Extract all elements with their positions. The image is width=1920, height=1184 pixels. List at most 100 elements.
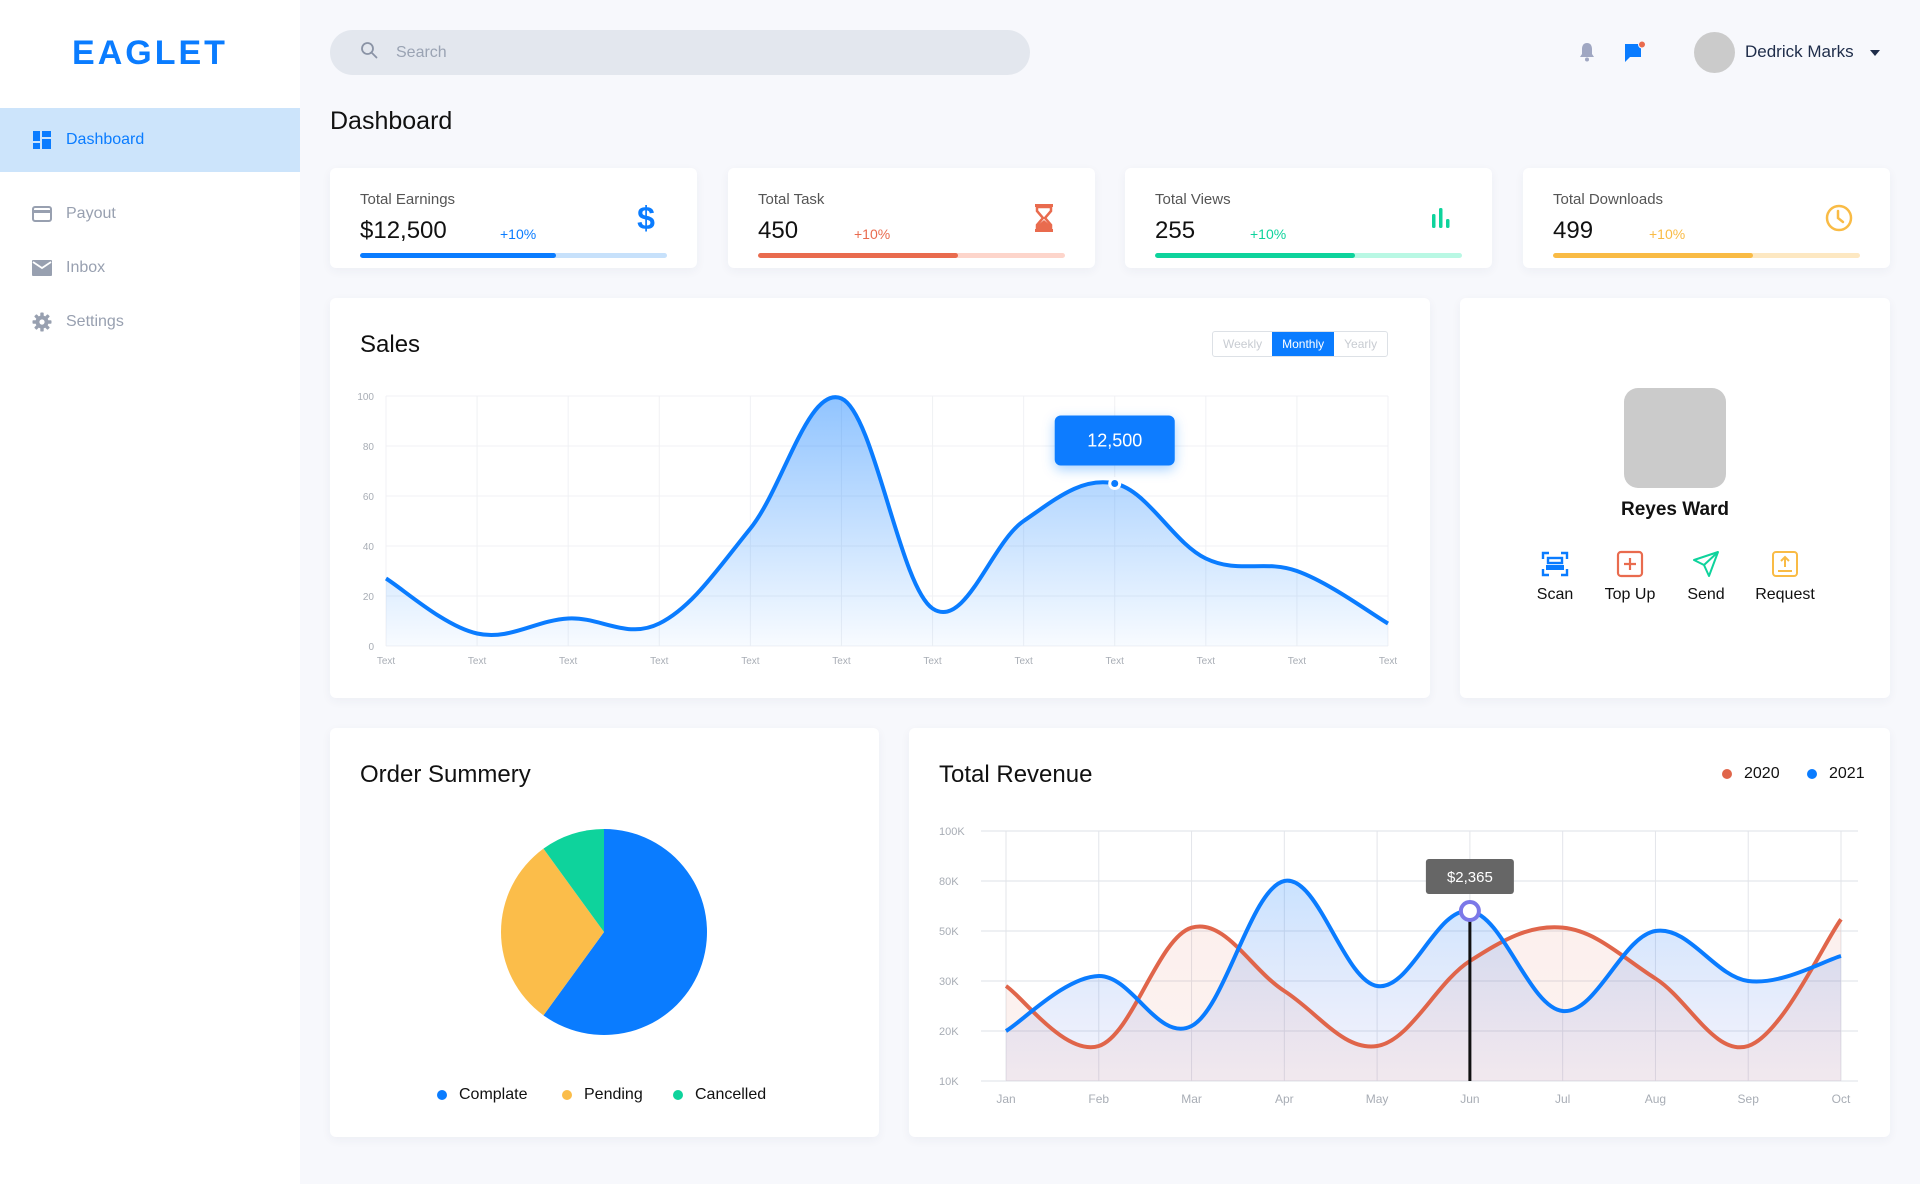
stat-progress-bar bbox=[1155, 253, 1462, 258]
revenue-x-tick: Jul bbox=[1555, 1092, 1570, 1106]
legend-dot bbox=[673, 1090, 683, 1100]
send-button[interactable]: Send bbox=[1661, 550, 1751, 604]
sidebar-item-label: Inbox bbox=[66, 259, 106, 276]
sidebar-item-dashboard[interactable]: Dashboard bbox=[0, 108, 300, 172]
revenue-y-tick: 100K bbox=[939, 826, 965, 838]
sales-y-tick: 0 bbox=[368, 642, 374, 653]
legend-dot bbox=[437, 1090, 447, 1100]
stat-label: Total Earnings bbox=[360, 191, 456, 208]
stat-label: Total Downloads bbox=[1553, 191, 1664, 208]
sidebar-item-label: Dashboard bbox=[66, 131, 145, 148]
search-bar[interactable] bbox=[330, 30, 1030, 75]
pie-legend-item[interactable]: Complate bbox=[437, 1086, 527, 1104]
pie-legend-item[interactable]: Cancelled bbox=[673, 1086, 766, 1104]
legend-label: Cancelled bbox=[695, 1086, 767, 1103]
stat-delta: +10% bbox=[500, 226, 537, 242]
order-summary-pie-chart bbox=[501, 829, 707, 1035]
revenue-x-tick: May bbox=[1366, 1092, 1389, 1106]
credit-card-icon bbox=[32, 204, 52, 224]
send-icon bbox=[1692, 550, 1720, 578]
plus-square-icon bbox=[1616, 550, 1644, 578]
revenue-x-tick: Aug bbox=[1645, 1092, 1666, 1106]
sales-y-tick: 20 bbox=[363, 592, 375, 603]
legend-label: Pending bbox=[584, 1086, 643, 1103]
stat-progress-fill bbox=[758, 253, 958, 258]
revenue-x-tick: Oct bbox=[1832, 1092, 1851, 1106]
sales-y-tick: 80 bbox=[363, 442, 375, 453]
svg-text:$: $ bbox=[637, 202, 655, 234]
stat-delta: +10% bbox=[1250, 226, 1287, 242]
total-revenue-chart: 100K 80K 50K 30K 20K 10K Jan Feb Mar Apr May Jun Jul… bbox=[939, 826, 1858, 1106]
mail-icon bbox=[32, 258, 52, 278]
revenue-highlight-point[interactable] bbox=[1458, 900, 1481, 922]
sales-x-tick: Text bbox=[1014, 656, 1033, 667]
revenue-x-tick: Sep bbox=[1738, 1092, 1760, 1106]
profile-card: Reyes Ward Scan Top Up Send Request bbox=[1460, 298, 1890, 698]
revenue-x-tick: Feb bbox=[1088, 1092, 1109, 1106]
revenue-y-tick: 80K bbox=[939, 876, 959, 888]
stat-progress-bar bbox=[758, 253, 1065, 258]
revenue-x-tick: Jun bbox=[1460, 1092, 1479, 1106]
sales-x-tick: Text bbox=[559, 656, 578, 667]
sales-x-tick: Text bbox=[1106, 656, 1125, 667]
sales-area bbox=[386, 397, 1388, 646]
page-title: Dashboard bbox=[330, 107, 453, 135]
revenue-y-tick: 10K bbox=[939, 1076, 959, 1088]
search-icon bbox=[360, 41, 378, 64]
sidebar-item-settings[interactable]: Settings bbox=[0, 290, 300, 354]
stat-card-total-task: Total Task 450 +10% bbox=[728, 168, 1095, 268]
sales-chart: 0 20 40 60 80 100 Text Text Text Text Text Text Text… bbox=[357, 392, 1398, 667]
search-input[interactable] bbox=[396, 43, 996, 62]
sales-x-tick: Text bbox=[377, 656, 396, 667]
revenue-x-tick: Mar bbox=[1181, 1092, 1202, 1106]
sales-x-tick: Text bbox=[1288, 656, 1307, 667]
user-menu-chevron-down-icon[interactable] bbox=[1870, 50, 1880, 56]
sales-x-tick: Text bbox=[1379, 656, 1398, 667]
sales-x-tick: Text bbox=[832, 656, 851, 667]
upload-icon bbox=[1771, 550, 1799, 578]
app-logo[interactable]: EAGLET bbox=[0, 34, 300, 73]
stat-value: $12,500 bbox=[360, 217, 447, 244]
sales-x-tick: Text bbox=[923, 656, 942, 667]
legend-dot bbox=[562, 1090, 572, 1100]
revenue-x-tick: Apr bbox=[1275, 1092, 1294, 1106]
revenue-tooltip-value: $2,365 bbox=[1447, 869, 1493, 886]
request-button[interactable]: Request bbox=[1740, 550, 1830, 604]
bell-icon[interactable] bbox=[1575, 40, 1599, 64]
stat-label: Total Task bbox=[758, 191, 825, 208]
sales-y-tick: 40 bbox=[363, 542, 375, 553]
dashboard-icon bbox=[32, 130, 52, 150]
sales-x-tick: Text bbox=[1197, 656, 1216, 667]
profile-avatar[interactable] bbox=[1624, 388, 1726, 488]
stat-value: 255 bbox=[1155, 217, 1196, 244]
stat-progress-fill bbox=[1155, 253, 1355, 258]
stat-card-total-earnings: Total Earnings $12,500 +10% $ bbox=[330, 168, 697, 268]
hourglass-icon bbox=[1029, 202, 1059, 234]
dollar-icon: $ bbox=[631, 200, 661, 236]
revenue-x-tick: Jan bbox=[996, 1092, 1015, 1106]
sales-x-tick: Text bbox=[741, 656, 760, 667]
scan-icon bbox=[1541, 550, 1569, 578]
sales-y-tick: 60 bbox=[363, 492, 375, 503]
sales-x-tick: Text bbox=[468, 656, 487, 667]
stat-delta: +10% bbox=[854, 226, 891, 242]
user-name[interactable]: Dedrick Marks bbox=[1745, 42, 1854, 62]
stat-progress-fill bbox=[1553, 253, 1753, 258]
sidebar-item-label: Settings bbox=[66, 313, 124, 330]
revenue-y-tick: 50K bbox=[939, 926, 959, 938]
stat-value: 499 bbox=[1553, 217, 1594, 244]
sales-highlight-point[interactable] bbox=[1108, 477, 1122, 490]
stat-progress-fill bbox=[360, 253, 557, 258]
sidebar: EAGLET Dashboard Payout Inbox Settings bbox=[0, 0, 300, 1184]
pie-legend-item[interactable]: Pending bbox=[562, 1086, 643, 1104]
revenue-y-tick: 20K bbox=[939, 1026, 959, 1038]
stat-label: Total Views bbox=[1155, 191, 1231, 208]
sales-x-tick: Text bbox=[650, 656, 669, 667]
stat-progress-bar bbox=[1553, 253, 1860, 258]
messages-icon[interactable] bbox=[1622, 40, 1646, 64]
profile-name: Reyes Ward bbox=[1620, 499, 1730, 520]
sales-tooltip-value: 12,500 bbox=[1087, 431, 1142, 451]
user-avatar[interactable] bbox=[1694, 32, 1735, 73]
stat-value: 450 bbox=[758, 217, 799, 244]
clock-icon bbox=[1824, 202, 1854, 234]
